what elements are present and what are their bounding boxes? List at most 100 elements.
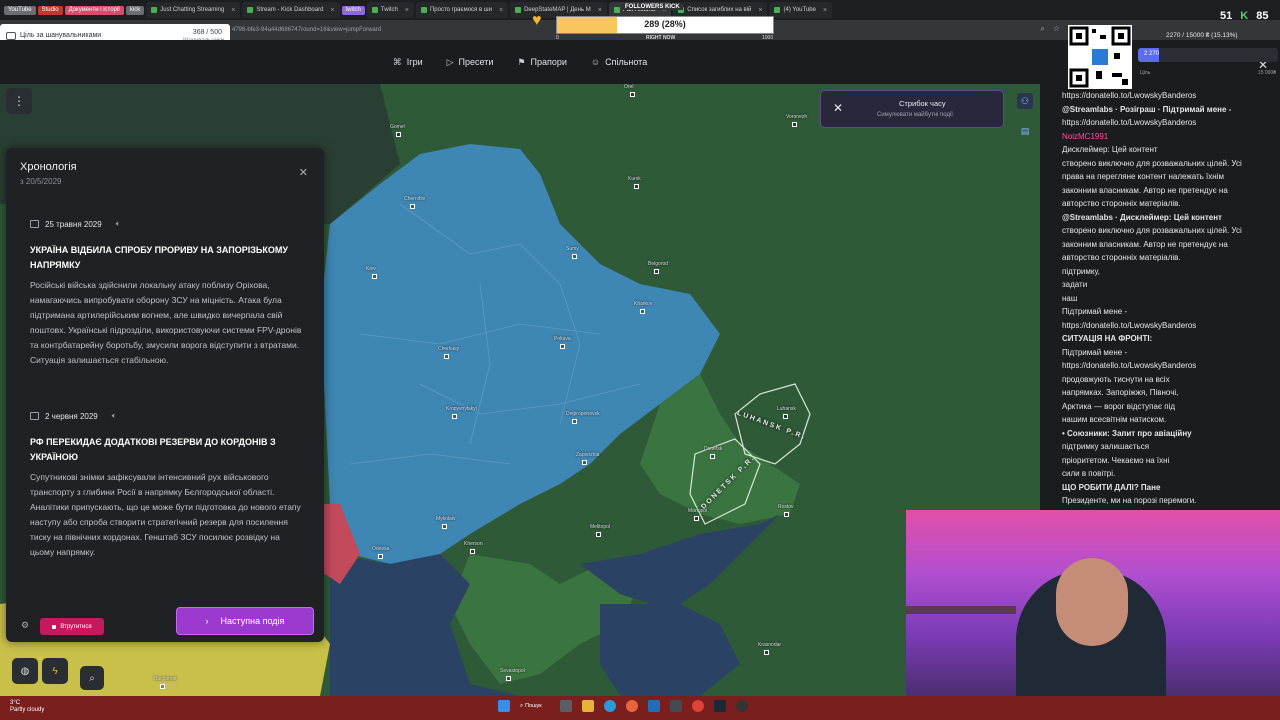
timeline-subtitle: з 20/5/2029 <box>20 177 62 186</box>
close-tab-icon[interactable]: × <box>330 7 334 14</box>
browser-tab[interactable]: (4) YouTube × <box>769 2 833 18</box>
city-marker-icon[interactable] <box>410 204 415 209</box>
next-event-button[interactable]: › Наступна подія <box>176 607 314 635</box>
browser-tab[interactable]: Просто граємося в ши × <box>415 2 509 18</box>
nav-item[interactable]: ▷ Пресети <box>447 57 494 68</box>
city-marker-icon[interactable] <box>582 460 587 465</box>
chat-bubble-button[interactable]: ◍ <box>12 658 38 684</box>
bookmark-icon[interactable]: ☆ <box>1053 24 1060 34</box>
city-marker-icon[interactable] <box>572 419 577 424</box>
browser-tab[interactable]: Stream - Kick Dashboard × <box>242 2 340 18</box>
weather-widget[interactable]: 3°C Partly cloudy <box>10 700 44 714</box>
city-marker-icon[interactable] <box>396 132 401 137</box>
weather-desc: Partly cloudy <box>10 707 45 713</box>
app-icon[interactable] <box>670 700 682 712</box>
city-marker-icon[interactable] <box>470 549 475 554</box>
city-marker-icon[interactable] <box>764 650 769 655</box>
browser-tab[interactable]: Studio <box>37 5 63 15</box>
lightning-button[interactable]: ϟ <box>42 658 68 684</box>
heart-icon: ♥ <box>532 12 542 29</box>
city-marker-icon[interactable] <box>654 269 659 274</box>
user-icon[interactable]: ⚇ <box>1017 93 1033 109</box>
close-icon[interactable]: ✕ <box>833 101 843 115</box>
city-label: Bucharest <box>154 676 177 682</box>
city-marker-icon[interactable] <box>372 274 377 279</box>
site-nav: ⌘ Ігри ▷ Пресети ⚑ Прапори ☺ Спільнота <box>0 40 1040 84</box>
close-icon[interactable]: ✕ <box>299 166 308 179</box>
close-tab-icon[interactable]: × <box>499 7 503 14</box>
chat-message: Арктика — ворог відступає під <box>1062 401 1176 411</box>
city-label: Odessa <box>372 546 390 552</box>
qr-svg <box>1069 26 1131 88</box>
city-marker-icon[interactable] <box>783 414 788 419</box>
browser-tab[interactable]: Just Chatting Streaming × <box>146 2 241 18</box>
city-marker-icon[interactable] <box>160 684 165 689</box>
file-explorer-icon[interactable] <box>582 700 594 712</box>
nav-item[interactable]: ⌘ Ігри <box>393 57 423 68</box>
browser-tab[interactable]: twitch <box>341 5 365 15</box>
city-marker-icon[interactable] <box>572 254 577 259</box>
city-marker-icon[interactable] <box>506 676 511 681</box>
time-jump-title: Стрибок часу <box>899 99 946 108</box>
city-marker-icon[interactable] <box>596 532 601 537</box>
chat-message: нашим всесвітнім натиском. <box>1062 415 1167 424</box>
firefox-icon[interactable] <box>626 700 638 712</box>
city-label: Orel <box>624 84 634 90</box>
city-label: Kursk <box>628 176 641 182</box>
city-label: Kherson <box>464 541 483 547</box>
telegram-icon[interactable] <box>648 700 660 712</box>
scroll-icon[interactable]: ▤ <box>1017 123 1033 139</box>
map-menu-button[interactable]: ⋮ <box>6 88 32 114</box>
qr-code <box>1068 25 1132 89</box>
obs-icon[interactable] <box>736 700 748 712</box>
close-tab-icon[interactable]: × <box>405 7 409 14</box>
nav-item[interactable]: ⚑ Прапори <box>517 57 566 68</box>
city-label: Poltava <box>554 336 571 342</box>
settings-gear-icon[interactable]: ⚙ <box>18 618 32 632</box>
city-label: Gomel <box>390 124 405 130</box>
browser-tab[interactable]: Twitch × <box>366 2 414 18</box>
city-marker-icon[interactable] <box>444 354 449 359</box>
city-marker-icon[interactable] <box>452 414 457 419</box>
city-marker-icon[interactable] <box>792 122 797 127</box>
favicon-icon <box>420 7 427 13</box>
city-marker-icon[interactable] <box>378 554 383 559</box>
city-marker-icon[interactable] <box>560 344 565 349</box>
windows-start-icon[interactable] <box>498 700 510 712</box>
chrome-icon[interactable] <box>692 700 704 712</box>
chat-message: https://donatello.to/LwowskyBanderos <box>1062 320 1197 330</box>
intervene-button[interactable]: Втрутитися <box>40 618 104 635</box>
lightning-icon: ϟ <box>52 665 58 677</box>
search-button[interactable]: ⌕ <box>80 666 104 690</box>
time-jump-card[interactable]: ✕ Стрибок часу Симулювати майбутні події <box>820 90 1004 128</box>
chat-message: напрямках. Запоріжжя, Півночі, <box>1062 388 1179 397</box>
speaker-icon[interactable]: 🔈︎ <box>116 219 121 229</box>
flag-icon: ⚑ <box>517 56 526 67</box>
steam-icon[interactable] <box>714 700 726 712</box>
nav-item[interactable]: ☺ Спільнота <box>591 57 647 67</box>
chat-message: Підтримай мене - <box>1062 307 1128 316</box>
edge-icon[interactable] <box>604 700 616 712</box>
donation-amount: 2 270 <box>1144 51 1160 57</box>
intervene-label: Втрутитися <box>60 623 92 630</box>
browser-tab-label: (4) YouTube <box>783 7 816 13</box>
city-label: Chernihiv <box>404 196 426 202</box>
city-marker-icon[interactable] <box>784 512 789 517</box>
city-marker-icon[interactable] <box>710 454 715 459</box>
url-text[interactable]: 4796-bfe3-94a44d686747round=16&view=jump… <box>232 27 381 33</box>
taskbar-search[interactable]: ⌕ Пошук <box>520 700 550 712</box>
city-marker-icon[interactable] <box>640 309 645 314</box>
browser-tab[interactable]: YouTube <box>4 5 36 15</box>
city-marker-icon[interactable] <box>442 524 447 529</box>
city-marker-icon[interactable] <box>630 92 635 97</box>
zoom-icon[interactable]: ⌕ <box>1040 24 1044 34</box>
browser-tab[interactable]: kick <box>125 5 145 15</box>
city-marker-icon[interactable] <box>694 516 699 521</box>
task-view-icon[interactable] <box>560 700 572 712</box>
close-tab-icon[interactable]: × <box>231 7 235 14</box>
city-marker-icon[interactable] <box>634 184 639 189</box>
close-tab-icon[interactable]: × <box>823 7 827 14</box>
browser-tab-label: twitch <box>345 7 361 13</box>
browser-tab[interactable]: Документи і історії <box>64 5 124 15</box>
speaker-icon[interactable]: 🔈︎ <box>112 411 117 421</box>
